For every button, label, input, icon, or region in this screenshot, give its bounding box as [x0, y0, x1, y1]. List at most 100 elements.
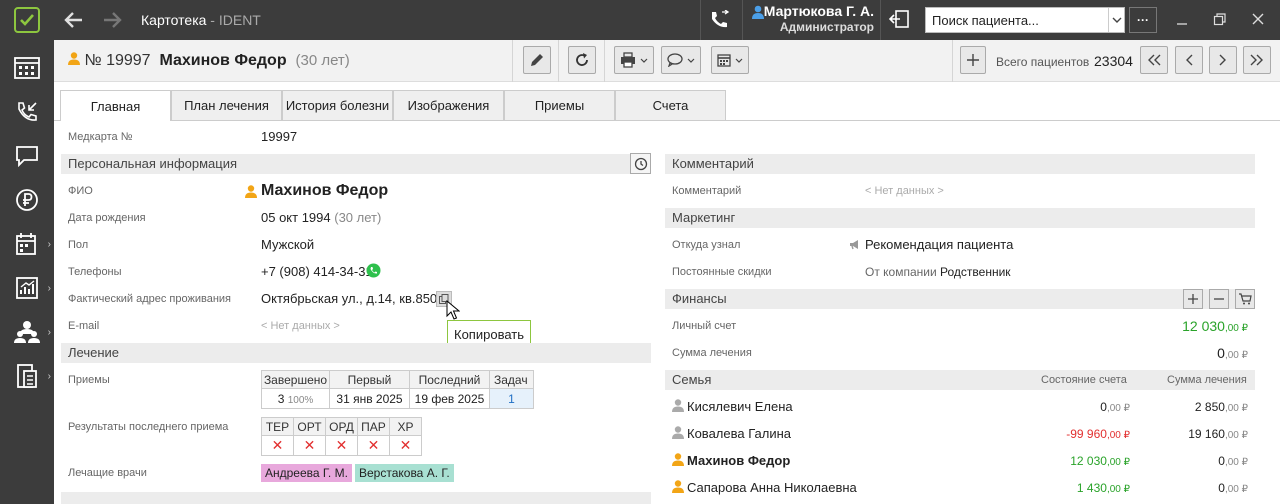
visits-tasks[interactable]: 1 [489, 388, 534, 409]
calendar-icon [717, 54, 731, 67]
chat-icon[interactable] [0, 134, 54, 178]
sex-label: Пол [68, 239, 89, 251]
doctors-label: Лечащие врачи [68, 467, 147, 479]
family-member-sum: 2 850,00 ₽ [1194, 400, 1248, 414]
total-patients-value: 23304 [1094, 53, 1133, 69]
current-user[interactable]: Мартюкова Г. А. Администратор [750, 3, 874, 34]
withdraw-button[interactable] [1209, 289, 1229, 309]
next-section-header [61, 492, 651, 504]
dob-label: Дата рождения [68, 212, 146, 224]
source-label: Откуда узнал [672, 239, 741, 251]
treatment-sum-label: Сумма лечения [672, 347, 752, 359]
family-member-name[interactable]: Кисялевич Елена [687, 399, 793, 414]
comment-label: Комментарий [672, 185, 742, 197]
phone-icon[interactable] [708, 9, 732, 30]
tab-visits[interactable]: Приемы [504, 90, 615, 120]
tab-treatment-plan[interactable]: План лечения [171, 90, 282, 120]
calendar-grid-icon[interactable] [0, 46, 54, 90]
schedule-icon[interactable]: › [0, 222, 54, 266]
edit-button[interactable] [523, 46, 551, 74]
ruble-icon[interactable] [0, 178, 54, 222]
add-patient-button[interactable] [960, 46, 986, 74]
family-member-name[interactable]: Ковалева Галина [687, 426, 791, 441]
refresh-button[interactable] [568, 46, 596, 74]
dob-value: 05 окт 1994 (30 лет) [261, 210, 382, 225]
speech-bubble-icon [667, 53, 683, 67]
family-member-account: -99 960,00 ₽ [1066, 427, 1130, 441]
staff-icon[interactable]: › [0, 310, 54, 354]
logout-icon[interactable] [888, 9, 912, 31]
plus-icon [967, 54, 979, 66]
treatment-sum-value: 0,00 ₽ [1217, 345, 1248, 361]
calendar-button[interactable] [711, 46, 749, 74]
patient-icon [245, 184, 257, 198]
source-value: Рекомендация пациента [865, 237, 1014, 252]
next-page-button[interactable] [1209, 46, 1237, 74]
family-member-name[interactable]: Махинов Федор [687, 453, 790, 468]
result-fail-icon: ✕ [357, 435, 390, 456]
family-col-account: Состояние счета [1041, 374, 1127, 386]
result-header: ОРТ [293, 417, 326, 436]
account-label: Личный счет [672, 320, 737, 332]
history-clock-icon [634, 157, 647, 170]
warehouse-icon[interactable]: › [0, 354, 54, 398]
family-member-name[interactable]: Сапарова Анна Николаевна [687, 480, 857, 495]
incoming-call-icon[interactable] [0, 90, 54, 134]
phone-value[interactable]: +7 (908) 414-34-31 [261, 264, 373, 279]
chevron-left-icon [1186, 54, 1193, 66]
chevron-down-icon [640, 58, 648, 63]
address-value: Октябрьская ул., д.14, кв.850 [261, 291, 438, 306]
total-patients-label: Всего пациентов [996, 55, 1090, 69]
result-header: ХР [389, 417, 422, 436]
family-member-account: 1 430,00 ₽ [1076, 481, 1130, 495]
cart-button[interactable] [1235, 289, 1255, 309]
visits-table: Завершено Первый Последний Задач 3 100% … [261, 370, 534, 409]
restore-icon[interactable] [1210, 10, 1230, 30]
results-label: Результаты последнего приема [68, 421, 229, 433]
tab-medical-history[interactable]: История болезни [282, 90, 393, 120]
print-button[interactable] [614, 46, 654, 74]
megaphone-icon [849, 239, 861, 253]
forward-arrow-icon[interactable] [100, 8, 124, 32]
history-button[interactable] [630, 153, 651, 174]
tab-images[interactable]: Изображения [393, 90, 504, 120]
deposit-button[interactable] [1183, 289, 1203, 309]
app-logo[interactable] [0, 0, 54, 40]
patient-icon [68, 52, 80, 65]
whatsapp-icon[interactable] [366, 263, 381, 278]
minimize-icon[interactable] [1172, 10, 1192, 30]
patient-title: № 19997 Махинов Федор (30 лет) [68, 52, 350, 70]
reports-chart-icon[interactable]: › [0, 266, 54, 310]
treatment-section: Лечение [61, 343, 651, 363]
close-icon[interactable] [1248, 10, 1268, 30]
patient-icon [672, 453, 684, 469]
search-input[interactable] [926, 8, 1108, 32]
chevron-down-icon[interactable] [1108, 8, 1124, 32]
tab-invoices[interactable]: Счета [615, 90, 726, 120]
result-header: ПАР [357, 417, 390, 436]
last-page-button[interactable] [1243, 46, 1271, 74]
result-header: ОРД [325, 417, 358, 436]
doctor-tag[interactable]: Андреева Г. М. [261, 464, 352, 482]
tab-main[interactable]: Главная [60, 90, 171, 121]
prev-page-button[interactable] [1175, 46, 1203, 74]
back-arrow-icon[interactable] [62, 8, 86, 32]
first-page-button[interactable] [1140, 46, 1168, 74]
doctor-tag[interactable]: Верстакова А. Г. [355, 464, 454, 482]
account-value: 12 030,00 ₽ [1182, 318, 1248, 334]
comment-value: < Нет данных > [865, 185, 944, 197]
message-button[interactable] [661, 46, 701, 74]
more-button[interactable]: ··· [1129, 7, 1157, 33]
printer-icon [621, 52, 635, 68]
chevron-down-icon [687, 58, 695, 63]
minus-icon [1214, 298, 1224, 300]
visits-header-completed: Завершено [261, 370, 330, 389]
visits-last: 19 фев 2025 [409, 388, 490, 409]
sex-value: Мужской [261, 237, 315, 252]
patient-search[interactable] [925, 7, 1125, 33]
result-fail-icon: ✕ [293, 435, 326, 456]
family-member-account: 12 030,00 ₽ [1070, 454, 1130, 468]
fio-value: Махинов Федор [261, 182, 389, 199]
family-member-sum: 0,00 ₽ [1218, 481, 1248, 495]
marketing-section: Маркетинг [665, 208, 1255, 228]
